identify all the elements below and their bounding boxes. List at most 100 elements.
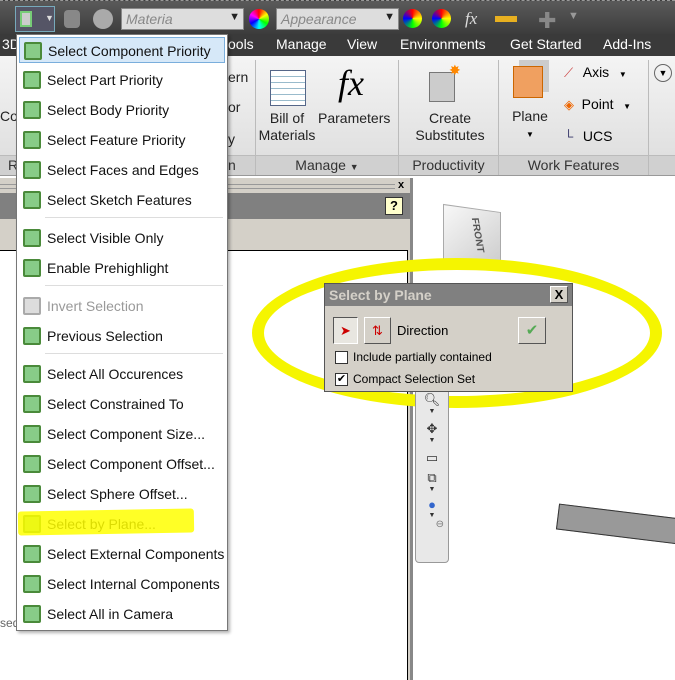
menu-item[interactable]: Select Part Priority	[19, 67, 225, 93]
menu-item[interactable]: Select Sphere Offset...	[19, 481, 225, 507]
work-features-group-label: Work Features	[499, 155, 648, 175]
include-partial-label: Include partially contained	[353, 350, 492, 364]
expand-icon[interactable]: ▼	[654, 64, 672, 82]
menu-item[interactable]: Invert Selection	[19, 293, 225, 319]
material-sphere-icon[interactable]	[93, 9, 113, 29]
axis-icon: ⟋	[564, 65, 574, 80]
checkmark-icon: ✔	[525, 322, 539, 339]
component-icon[interactable]	[64, 10, 80, 28]
manage-group-label[interactable]: Manage ▼	[256, 155, 398, 175]
select-priority-icon	[20, 11, 32, 27]
tab-add-ins[interactable]: Add-Ins	[603, 36, 651, 52]
plus-icon[interactable]: ✚	[538, 8, 556, 34]
menu-item-label: Select Internal Components	[47, 576, 220, 592]
parameters-label: Parameters	[318, 110, 391, 126]
menu-item-label: Select Visible Only	[47, 230, 164, 246]
compact-set-checkbox[interactable]: ✔	[335, 373, 348, 386]
menu-item-label: Select Body Priority	[47, 102, 170, 118]
menu-item[interactable]: Select Feature Priority	[19, 127, 225, 153]
material-combo[interactable]: Materia ▼	[121, 8, 244, 30]
measure-icon[interactable]	[495, 16, 517, 22]
menu-item-label: Select External Components	[47, 546, 225, 562]
steering-wheel-icon[interactable]: ●	[416, 497, 448, 512]
ucs-button[interactable]: └ UCS	[564, 128, 640, 150]
menu-item-label: Select Sketch Features	[47, 192, 192, 208]
chevron-down-icon[interactable]: ▼	[416, 512, 448, 519]
menu-item[interactable]: Select Faces and Edges	[19, 157, 225, 183]
plane-button[interactable]: Plane ▼	[505, 62, 555, 152]
chevron-down-icon[interactable]: ▼	[416, 408, 448, 415]
look-at-icon[interactable]: ▭	[416, 450, 448, 466]
menu-item[interactable]: Enable Prehighlight	[19, 255, 225, 281]
color-wheel-icon[interactable]	[249, 9, 269, 29]
menu-item[interactable]: Previous Selection	[19, 323, 225, 349]
axis-button[interactable]: ⟋ Axis ▼	[564, 64, 640, 86]
parameters-button[interactable]: fx Parameters	[318, 62, 390, 150]
menu-item-label: Invert Selection	[47, 298, 144, 314]
menu-item[interactable]: Select Body Priority	[19, 97, 225, 123]
tab-environments[interactable]: Environments	[400, 36, 486, 52]
model-part[interactable]	[555, 503, 675, 547]
tab-tools[interactable]: ools	[228, 36, 254, 52]
include-partial-checkbox[interactable]	[335, 351, 348, 364]
tab-get-started[interactable]: Get Started	[510, 36, 582, 52]
selection-priority-button[interactable]: ▼	[15, 6, 55, 32]
point-button[interactable]: ◈ Point ▼	[564, 96, 640, 118]
compact-set-label: Compact Selection Set	[353, 372, 476, 386]
menu-item[interactable]: Select All in Camera	[19, 601, 225, 627]
fx-icon[interactable]: fx	[465, 9, 477, 29]
chevron-down-icon: ▼	[618, 70, 627, 79]
point-label: Point	[581, 96, 614, 112]
menu-item[interactable]: Select Component Size...	[19, 421, 225, 447]
menu-item-label: Select Part Priority	[47, 72, 163, 88]
prehighlight-icon	[23, 259, 41, 277]
menu-item[interactable]: Select Visible Only	[19, 225, 225, 251]
menu-item[interactable]: Select Component Offset...	[19, 451, 225, 477]
ok-button[interactable]: ✔	[518, 317, 546, 344]
menu-item[interactable]: Select Constrained To	[19, 391, 225, 417]
menu-item[interactable]: Select Internal Components	[19, 571, 225, 597]
constrained-to-icon	[23, 395, 41, 413]
clear-appearance-icon[interactable]	[432, 9, 451, 28]
tab-manage[interactable]: Manage	[276, 36, 327, 52]
menu-item-label: Select Constrained To	[47, 396, 184, 412]
direction-button[interactable]: ⇅	[364, 317, 391, 344]
faces-edges-icon	[23, 161, 41, 179]
help-button[interactable]: ?	[385, 197, 403, 215]
chevron-down-icon[interactable]: ▼	[416, 486, 448, 493]
chevron-down-icon[interactable]: ▼	[416, 437, 448, 444]
component-priority-icon	[24, 42, 42, 60]
dialog-close-button[interactable]: X	[550, 286, 568, 303]
partial-label: or	[228, 99, 241, 115]
ucs-label: UCS	[582, 128, 613, 144]
zoom-icon[interactable]: 🔍︎	[416, 392, 448, 408]
view-cube-icon[interactable]: ⧉	[416, 470, 448, 486]
collapse-icon[interactable]: ⊖	[416, 519, 448, 530]
menu-item[interactable]: Select Component Priority	[19, 37, 225, 63]
select-by-plane-dialog: Select by Plane X ➤ ⇅ Direction ✔ Includ…	[324, 283, 573, 392]
visible-only-icon	[23, 229, 41, 247]
menu-separator	[45, 353, 223, 354]
menu-item-label: Select Sphere Offset...	[47, 486, 188, 502]
bom-icon	[270, 70, 306, 106]
plane-label: Plane	[512, 108, 548, 124]
star-icon: ✸	[449, 62, 461, 78]
menu-item[interactable]: Select External Components	[19, 541, 225, 567]
select-plane-button[interactable]: ➤	[333, 317, 358, 344]
panel-close-button[interactable]: x	[398, 179, 404, 191]
all-occurrences-icon	[23, 365, 41, 383]
customize-icon[interactable]: ▼	[568, 10, 579, 22]
appearance-combo[interactable]: Appearance ▼	[276, 8, 399, 30]
cursor-arrow-icon: ➤	[340, 323, 351, 338]
sphere-offset-icon	[23, 485, 41, 503]
tab-view[interactable]: View	[347, 36, 377, 52]
bill-of-materials-button[interactable]: Bill of Materials	[258, 62, 316, 150]
create-substitutes-button[interactable]: ✸ Create Substitutes	[405, 62, 495, 152]
ucs-icon: └	[564, 129, 574, 144]
partial-label: n	[228, 157, 236, 173]
menu-item[interactable]: Select Sketch Features	[19, 187, 225, 213]
adjust-appearance-icon[interactable]	[403, 9, 422, 28]
orbit-icon[interactable]: ✥	[416, 421, 448, 437]
menu-item[interactable]: Select All Occurences	[19, 361, 225, 387]
3d-viewport[interactable]: FRONT	[410, 178, 675, 680]
